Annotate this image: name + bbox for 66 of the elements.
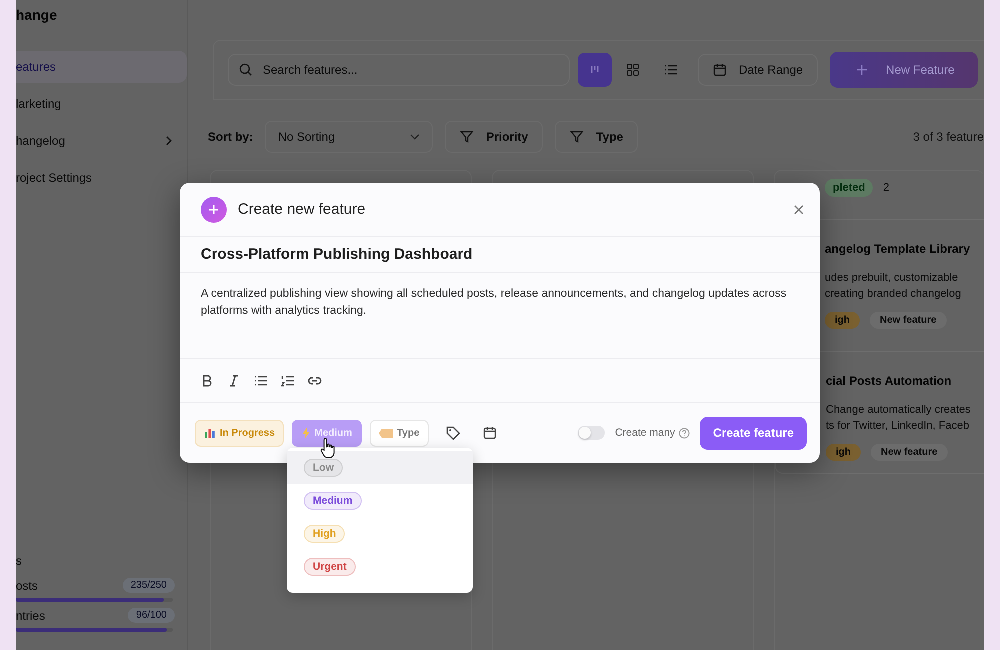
status-badge: pleted <box>825 179 874 197</box>
lightning-icon <box>302 427 311 439</box>
priority-badge: Low <box>304 458 343 476</box>
calendar-icon <box>713 63 727 77</box>
usage-count: 96/100 <box>128 608 175 623</box>
app-name: hange <box>16 6 58 23</box>
usage-label: ntries <box>16 608 46 622</box>
status-chip[interactable]: In Progress <box>195 420 284 446</box>
card-description: Change automatically creates <box>826 403 972 418</box>
card-tag: New feature <box>871 444 948 461</box>
filter-button[interactable]: Type <box>555 121 638 153</box>
description-input[interactable]: A centralized publishing view showing all scheduled posts, release announcements, and changelog updates across platforms with analytics tracking. <box>180 273 820 359</box>
title-input[interactable]: Cross-Platform Publishing Dashboard <box>180 237 820 273</box>
card-description: udes prebuilt, customizable <box>825 271 960 286</box>
close-button[interactable] <box>792 202 806 216</box>
date-range-button[interactable]: Date Range <box>698 54 818 86</box>
search-field[interactable]: Search features... <box>228 54 570 86</box>
feature-count: 3 of 3 feature <box>913 130 984 144</box>
usage-label: osts <box>16 578 38 592</box>
usage-count: 235/250 <box>122 578 175 593</box>
card-tag: igh <box>825 312 860 329</box>
priority-option[interactable]: Urgent <box>287 550 473 583</box>
numbered-list-icon <box>281 374 295 388</box>
card-tag: New feature <box>870 312 947 329</box>
type-chip[interactable]: Type <box>370 420 429 446</box>
card-title: angelog Template Library <box>825 242 972 256</box>
filter-icon <box>570 130 584 144</box>
search-icon <box>239 63 253 77</box>
dialog-title: Create new feature <box>238 201 366 218</box>
create-many-toggle[interactable] <box>578 426 606 440</box>
sort-label: Sort by: <box>208 130 254 144</box>
sort-dropdown[interactable]: No Sorting <box>265 121 434 153</box>
column-count: 2 <box>883 182 890 194</box>
new-feature-button[interactable]: New Feature <box>830 52 978 88</box>
sidebar-item[interactable]: hangelog <box>16 129 187 153</box>
sidebar-item[interactable]: eatures <box>16 51 187 83</box>
bar-chart-icon <box>204 427 216 439</box>
help-icon <box>679 428 690 438</box>
tag-icon <box>446 426 461 440</box>
chevron-down-icon <box>410 134 420 140</box>
create-many-label: Create many <box>615 427 676 439</box>
priority-option[interactable]: Medium <box>287 484 473 517</box>
filter-icon <box>460 130 474 144</box>
card-description: ts for Twitter, LinkedIn, Faceb <box>826 419 970 434</box>
calendar-icon <box>482 426 497 440</box>
card-title: cial Posts Automation <box>826 374 953 388</box>
filter-button[interactable]: Priority <box>445 121 544 153</box>
plus-icon <box>856 64 868 76</box>
usage-heading: s <box>16 554 23 568</box>
sidebar-item[interactable]: roject Settings <box>16 166 187 190</box>
card-tag: igh <box>826 444 861 461</box>
create-feature-button[interactable]: Create feature <box>700 416 807 450</box>
card-description: creating branded changelog <box>825 287 962 302</box>
priority-option[interactable]: Low <box>287 451 473 484</box>
priority-chip[interactable]: Medium <box>292 420 362 446</box>
list-icon <box>664 63 678 77</box>
sidebar-item[interactable]: larketing <box>16 92 187 116</box>
italic-icon <box>227 374 241 388</box>
grid-icon <box>626 63 640 77</box>
priority-badge: Medium <box>304 492 362 510</box>
plus-icon <box>201 196 227 222</box>
priority-badge: Urgent <box>304 558 356 576</box>
priority-option[interactable]: High <box>287 517 473 550</box>
priority-badge: High <box>304 524 346 542</box>
bullet-list-icon <box>254 374 268 388</box>
label-icon <box>379 428 394 438</box>
